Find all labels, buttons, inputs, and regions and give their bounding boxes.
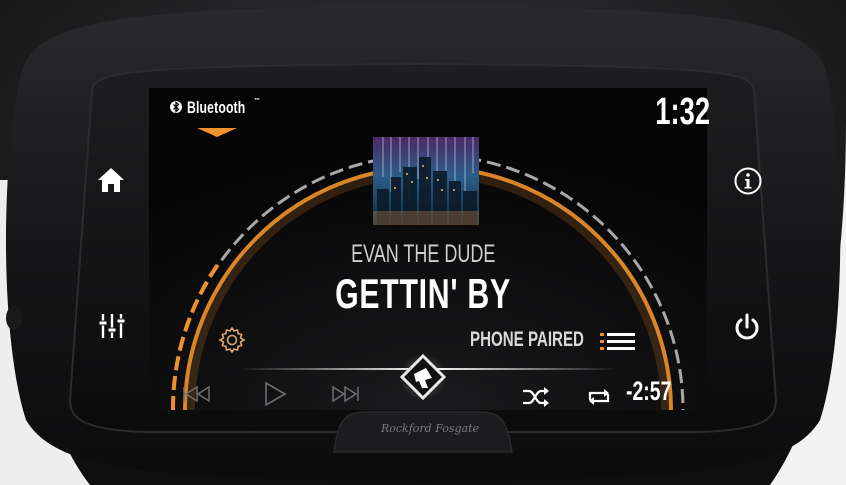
trademark: ™ [254,98,261,104]
clock: 1:32 [620,91,710,134]
source-name: Bluetooth [186,98,246,117]
title-text: GETTIN' BY [335,270,511,317]
source-indicator [197,128,237,137]
equalizer-icon[interactable] [98,312,126,340]
gear-icon[interactable] [218,326,246,354]
bluetooth-icon [170,101,182,113]
artist-text: EVAN THE DUDE [350,240,496,268]
time-remaining: -2:57 [626,376,689,407]
brand-text: Rockford Fosgate [380,422,480,435]
brand-logo: Rockford Fosgate [378,422,482,435]
next-track-icon[interactable] [330,384,360,404]
power-icon[interactable] [732,312,762,342]
repeat-icon[interactable] [586,386,612,408]
artist-name: EVAN THE DUDE [298,240,548,269]
shuffle-icon[interactable] [522,386,550,408]
source-label[interactable]: Bluetooth ™ [170,98,260,118]
rockford-logo-icon[interactable] [398,352,448,402]
list-icon[interactable] [600,332,636,352]
phone-paired-text: PHONE PAIRED [470,328,584,351]
clock-text: 1:32 [655,91,710,133]
home-icon[interactable] [96,166,126,194]
album-art [373,137,479,225]
info-icon[interactable] [733,166,763,196]
play-icon[interactable] [262,380,288,408]
previous-track-icon[interactable] [182,384,212,404]
track-title: GETTIN' BY [268,270,578,318]
time-remaining-text: -2:57 [626,376,672,406]
